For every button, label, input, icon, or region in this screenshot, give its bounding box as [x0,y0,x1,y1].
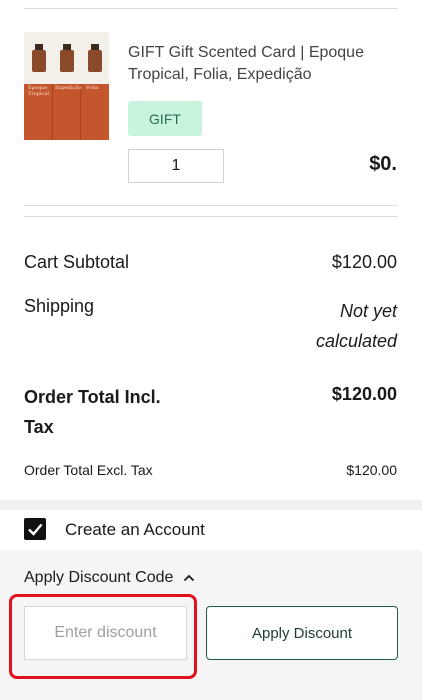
card-label: Expedição [55,85,82,91]
order-total-label-line1: Order Total Incl. [24,387,161,407]
shipping-value-line2: calculated [315,331,397,351]
create-account-label[interactable]: Create an Account [65,520,205,540]
bottle-icon [32,50,46,72]
shipping-value: Not yet calculated [316,296,397,356]
divider [24,8,398,9]
card-divider [80,84,81,140]
quantity-field[interactable]: 1 [128,149,224,183]
order-total-value: $120.00 [331,384,397,404]
section-gap [0,500,422,510]
gift-badge: GIFT [128,101,202,136]
subtotal-value: $120.00 [331,252,397,272]
order-excl-label: Order Total Excl. Tax [24,462,153,478]
card-label: Folia [86,85,99,91]
order-total-label: Order Total Incl. Tax [24,382,161,442]
card-label: Epoque Tropical [28,85,49,97]
checkmark-icon [28,523,43,536]
shipping-label: Shipping [24,296,95,316]
order-total-label-line2: Tax [24,417,54,437]
create-account-row [0,510,422,550]
apply-discount-button[interactable]: Apply Discount [206,606,398,660]
item-price: $0. [369,153,397,175]
bottle-icon [88,50,102,72]
create-account-checkbox[interactable] [24,518,46,540]
order-excl-value: $120.00 [346,462,397,478]
bottle-icon [60,50,74,72]
discount-code-input[interactable] [24,606,187,660]
product-name[interactable]: GIFT Gift Scented Card | Epoque Tropical… [128,42,408,86]
card-divider [52,84,53,140]
discount-toggle-label: Apply Discount Code [24,569,174,586]
shipping-value-line1: Not yet [339,301,397,321]
subtotal-label: Cart Subtotal [24,252,130,272]
discount-toggle[interactable]: Apply Discount Code [24,569,195,587]
divider [24,205,398,206]
divider [24,216,398,217]
product-thumbnail[interactable]: Epoque Tropical Expedição Folia [24,32,109,140]
chevron-up-icon [184,574,195,582]
